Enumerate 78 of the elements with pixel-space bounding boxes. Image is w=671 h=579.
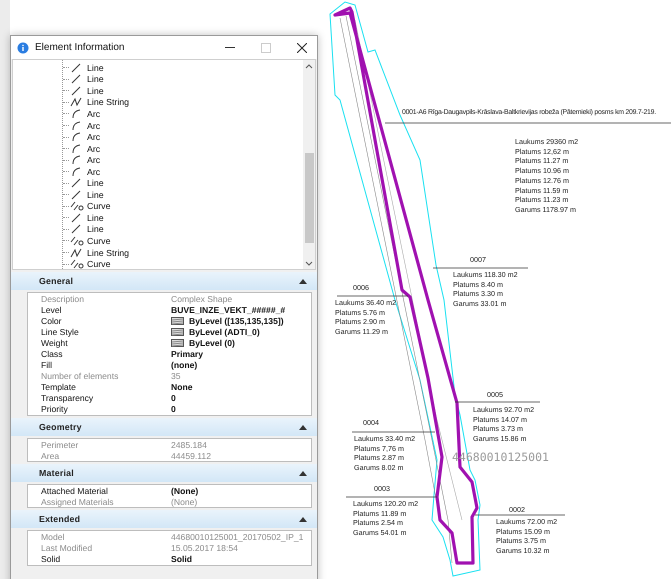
property-value: 35	[171, 371, 181, 382]
property-value: None	[171, 382, 192, 392]
tree-item[interactable]: Arc	[87, 166, 100, 177]
property-label: Class	[40, 349, 64, 360]
tree-item[interactable]: Line String	[87, 248, 130, 258]
property-label: Priority	[40, 404, 69, 414]
tree-item[interactable]: Arc	[87, 132, 100, 142]
property-value: (None)	[171, 496, 198, 507]
tree-item[interactable]: Arc	[87, 108, 100, 119]
property-value: ByLevel ([135,135,135])	[189, 316, 284, 326]
maximize-icon	[261, 42, 271, 52]
property-label: Transparency	[40, 393, 94, 404]
section-header[interactable]: Extended	[11, 510, 317, 528]
property-value: 44680010125001_20170502_IP_1	[171, 532, 304, 542]
property-label: Line Style	[40, 326, 80, 337]
collapse-icon	[299, 278, 307, 284]
tree-item[interactable]: Curve	[87, 201, 110, 212]
tree-item[interactable]: Arc	[87, 120, 100, 130]
property-label: Color	[40, 316, 63, 326]
scrollbar[interactable]	[303, 60, 315, 269]
property-label: Level	[40, 304, 63, 315]
section-header[interactable]: General	[11, 272, 317, 290]
swatch-icon	[171, 338, 184, 347]
property-label: Number of elements	[40, 371, 120, 382]
property-label: Area	[40, 450, 60, 461]
property-value: Solid	[171, 554, 192, 564]
tree-item[interactable]: Line	[87, 212, 104, 223]
collapse-icon	[299, 470, 307, 476]
close-icon	[297, 42, 307, 52]
property-value: 15.05.2017 18:54	[171, 543, 238, 554]
info-icon	[17, 42, 29, 54]
polyline-icon	[70, 97, 84, 108]
window-title: Element Information	[35, 42, 126, 53]
scroll-down-icon[interactable]	[305, 261, 313, 266]
property-label: Perimeter	[40, 440, 80, 450]
property-value: Primary	[171, 349, 204, 360]
property-value: BUVE_INZE_VEKT_#####_#	[171, 304, 286, 315]
collapse-icon	[299, 424, 307, 430]
property-label: Attached Material	[40, 486, 109, 496]
tree-item[interactable]: Line	[87, 224, 104, 234]
property-label: Weight	[40, 338, 69, 348]
property-value: ByLevel (ADTI_0)	[189, 326, 260, 337]
property-label: Fill	[40, 360, 53, 370]
curve-icon	[70, 259, 84, 270]
property-value: 0	[171, 393, 176, 404]
property-label: Template	[40, 382, 77, 392]
property-label: Description	[40, 294, 85, 304]
polyline-icon	[70, 248, 84, 258]
tree-item[interactable]: Line	[87, 62, 104, 73]
property-value: 0	[171, 404, 176, 414]
property-label: Model	[40, 532, 66, 542]
tree-item[interactable]: Line	[87, 86, 104, 96]
collapse-icon	[299, 516, 307, 522]
tree-item[interactable]: Line String	[87, 97, 130, 108]
section-header[interactable]: Material	[11, 464, 317, 482]
tree-item[interactable]: Curve	[87, 259, 110, 270]
minimize-icon	[225, 46, 235, 48]
tree-item[interactable]: Line	[87, 74, 104, 84]
property-value: 44459.112	[171, 450, 211, 461]
tree-item[interactable]: Arc	[87, 155, 100, 166]
swatch-icon	[171, 328, 184, 336]
property-value: ByLevel (0)	[189, 338, 235, 348]
scroll-up-icon[interactable]	[305, 64, 313, 69]
property-label: Last Modified	[40, 543, 94, 554]
property-value: (None)	[171, 486, 198, 496]
tree-item[interactable]: Curve	[87, 236, 110, 246]
section-header[interactable]: Geometry	[11, 418, 317, 436]
tree-item[interactable]: Arc	[87, 144, 100, 154]
property-label: Solid	[40, 554, 62, 564]
swatch-icon	[171, 316, 184, 325]
curve-icon	[70, 236, 84, 246]
tree-item[interactable]: Line	[87, 178, 104, 188]
property-value: Complex Shape	[171, 294, 232, 304]
property-value: 2485.184	[171, 440, 207, 450]
tree-item[interactable]: Line	[87, 190, 104, 200]
curve-icon	[70, 201, 84, 212]
property-value: (none)	[171, 360, 198, 370]
property-label: Assigned Materials	[40, 496, 115, 507]
